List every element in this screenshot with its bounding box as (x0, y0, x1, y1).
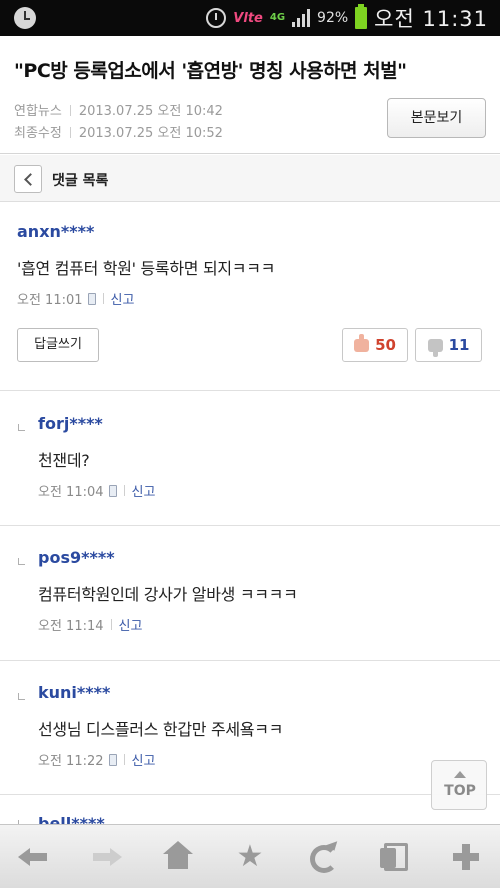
status-indicators: Vlte 4G 92% 오전 11:31 (206, 4, 488, 32)
status-bar: Vlte 4G 92% 오전 11:31 (0, 0, 500, 36)
comment-list-bar: 댓글 목록 (0, 155, 500, 202)
divider (0, 525, 500, 526)
comment-meta: 오전 11:01 신고 (17, 289, 134, 308)
forward-arrow-icon[interactable] (90, 841, 122, 873)
back-arrow-icon[interactable] (18, 841, 50, 873)
comment-username[interactable]: bell**** (38, 816, 105, 824)
comment-meta: 오전 11:04 신고 (38, 481, 155, 500)
comment-username[interactable]: anxn**** (17, 222, 94, 241)
arrow-up-icon (454, 771, 466, 778)
write-reply-button[interactable]: 답글쓰기 (17, 328, 99, 362)
mobile-icon (87, 292, 96, 305)
battery-percent: 92% (317, 10, 349, 26)
report-link[interactable]: 신고 (132, 750, 156, 769)
reply-indicator-icon (18, 558, 25, 565)
comment-text: 컴퓨터학원인데 강사가 알바생 ㅋㅋㅋㅋ (38, 585, 298, 604)
comment-meta: 오전 11:14 신고 (38, 615, 142, 634)
status-time: 오전 11:31 (374, 7, 488, 31)
published-date: 2013.07.25 오전 10:42 (78, 104, 223, 119)
vlte-indicator: Vlte (233, 10, 263, 26)
report-link[interactable]: 신고 (111, 289, 135, 308)
like-count: 50 (375, 336, 396, 354)
scroll-top-label: TOP (444, 783, 476, 799)
thumbs-down-icon (427, 338, 443, 357)
comment-list-title: 댓글 목록 (52, 173, 109, 189)
article-source: 연합뉴스 (14, 104, 62, 119)
modified-label: 최종수정 (14, 126, 62, 141)
report-link[interactable]: 신고 (119, 615, 143, 634)
report-link[interactable]: 신고 (132, 481, 156, 500)
signal-icon (292, 9, 311, 27)
comment-text: '흡연 컴퓨터 학원' 등록하면 되지ㅋㅋㅋ (17, 259, 276, 278)
reply-indicator-icon (18, 424, 25, 431)
reply-indicator-icon (18, 693, 25, 700)
refresh-icon[interactable] (306, 841, 338, 873)
battery-icon (355, 4, 368, 29)
comment-time: 오전 11:14 (38, 619, 104, 634)
comment-username[interactable]: kuni**** (38, 683, 110, 702)
thumbs-up-icon (354, 333, 370, 352)
divider (0, 390, 500, 391)
mobile-icon (108, 484, 117, 497)
browser-toolbar: ★ (0, 824, 500, 888)
back-chevron-icon[interactable] (14, 165, 42, 193)
mobile-icon (108, 753, 117, 766)
article-header: "PC방 등록업소에서 '흡연방' 명칭 사용하면 처벌" 연합뉴스 2013.0… (0, 36, 500, 154)
dislike-button[interactable]: 11 (415, 328, 482, 362)
home-icon[interactable] (162, 841, 194, 873)
view-original-button[interactable]: 본문보기 (387, 98, 486, 138)
article-meta-published: 연합뉴스 2013.07.25 오전 10:42 (14, 100, 223, 119)
article-title: "PC방 등록업소에서 '흡연방' 명칭 사용하면 처벌" (14, 60, 407, 82)
comment-time: 오전 11:01 (17, 293, 83, 308)
comment-username[interactable]: pos9**** (38, 548, 115, 567)
divider (0, 660, 500, 661)
comment-time: 오전 11:22 (38, 754, 104, 769)
clock-app-icon (14, 7, 36, 29)
data-indicator: 4G (269, 12, 286, 23)
tabs-icon[interactable] (376, 841, 408, 873)
divider (0, 794, 500, 795)
comment-time: 오전 11:04 (38, 485, 104, 500)
like-button[interactable]: 50 (342, 328, 408, 362)
plus-icon[interactable] (450, 841, 482, 873)
comment-text: 천잰데? (38, 451, 90, 470)
dislike-count: 11 (448, 336, 470, 354)
alarm-icon (206, 8, 227, 28)
comment-text: 선생님 디스플러스 한갑만 주세욬ㅋㅋ (38, 720, 284, 739)
comment-meta: 오전 11:22 신고 (38, 750, 155, 769)
modified-date: 2013.07.25 오전 10:52 (78, 126, 223, 141)
comment-username[interactable]: forj**** (38, 414, 103, 433)
article-meta-modified: 최종수정 2013.07.25 오전 10:52 (14, 122, 223, 141)
star-icon[interactable]: ★ (234, 841, 266, 873)
scroll-top-button[interactable]: TOP (431, 760, 487, 810)
